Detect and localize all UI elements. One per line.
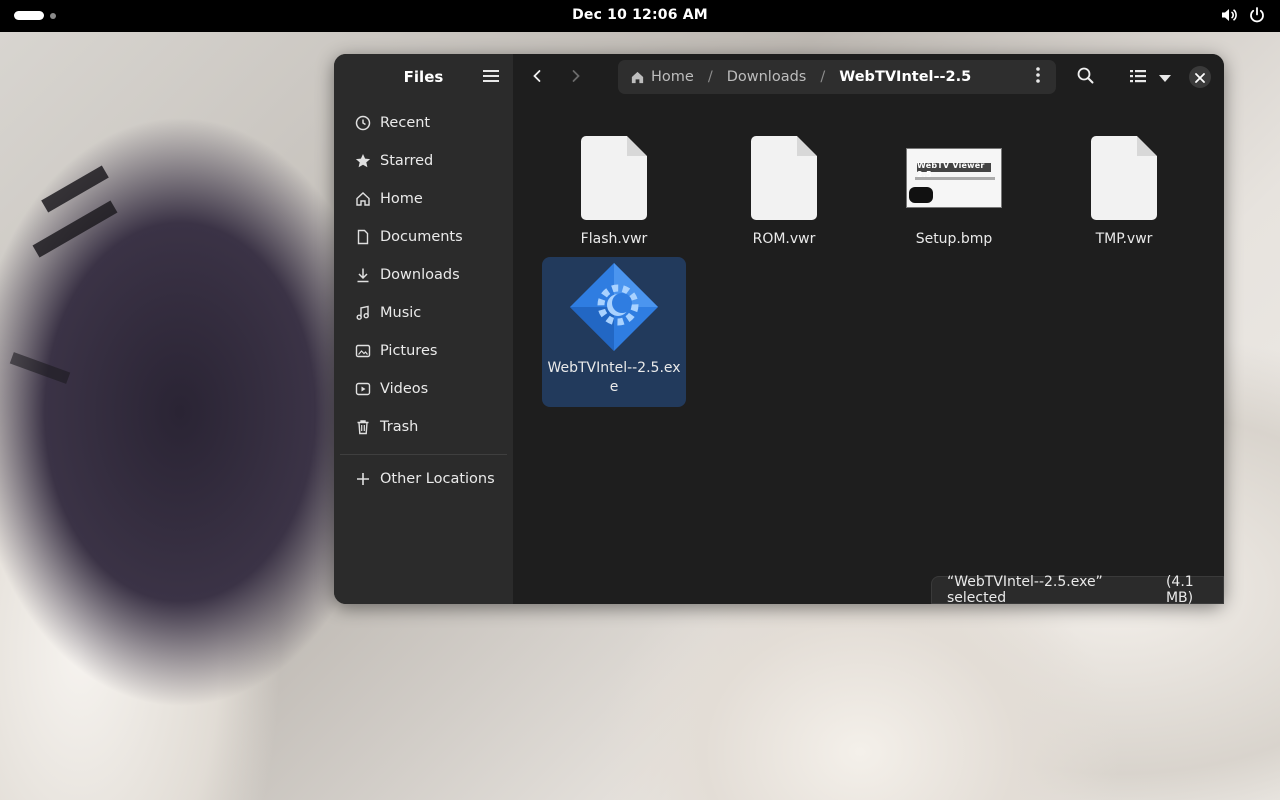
document-file-icon [581,136,647,220]
close-button[interactable] [1189,66,1211,88]
file-thumbnail [712,126,856,230]
trash-icon [354,418,372,436]
other-locations-section: Other Locations [340,460,507,498]
file-name: WebTVIntel--2.5.exe [547,360,681,395]
music-icon [354,304,372,322]
power-icon[interactable] [1248,6,1266,24]
sidebar-item-label: Downloads [380,267,460,283]
sidebar-item-home[interactable]: Home [340,180,507,218]
sidebar-item-label: Music [380,305,422,321]
search-icon [1077,67,1094,88]
sidebar-item-videos[interactable]: Videos [340,370,507,408]
breadcrumb-separator: / [707,69,713,85]
download-icon [354,266,372,284]
sidebar-item-starred[interactable]: Starred [340,142,507,180]
file-thumbnail: WebTV Viewer 2.5 [882,126,1026,230]
sidebar-item-label: Other Locations [380,471,495,487]
video-icon [354,380,372,398]
breadcrumb-label: WebTVIntel--2.5 [839,69,972,85]
file-name: Setup.bmp [915,231,993,247]
folder-menu-button[interactable] [1028,67,1048,87]
sidebar-header: Files [334,54,513,100]
view-options-dropdown[interactable] [1153,63,1177,91]
file-thumbnail [542,257,686,361]
file-item-flash[interactable]: Flash.vwr [542,126,686,276]
breadcrumb-downloads[interactable]: Downloads [727,69,807,85]
file-name: Flash.vwr [580,231,648,247]
picture-icon [354,342,372,360]
status-text: “WebTVIntel--2.5.exe” selected [947,574,1103,606]
sidebar-item-trash[interactable]: Trash [340,408,507,446]
chevron-down-icon [1159,68,1171,87]
top-bar: Dec 10 12:06 AM [0,0,1280,32]
sidebar-item-pictures[interactable]: Pictures [340,332,507,370]
sidebar-item-label: Trash [380,419,419,435]
sidebar-item-label: Videos [380,381,429,397]
breadcrumb-label: Home [651,69,694,85]
search-button[interactable] [1068,63,1102,91]
sidebar-item-documents[interactable]: Documents [340,218,507,256]
clock-icon [354,114,372,132]
file-item-rom[interactable]: ROM.vwr [712,126,856,276]
system-tray[interactable] [1220,6,1266,24]
close-icon [1195,68,1205,87]
hamburger-icon [483,68,499,87]
sidebar-item-label: Recent [380,115,431,131]
file-name: TMP.vwr [1095,231,1153,247]
clock[interactable]: Dec 10 12:06 AM [0,7,1280,23]
document-file-icon [751,136,817,220]
back-button[interactable] [522,63,552,91]
breadcrumb-home[interactable]: Home [630,69,694,85]
sidebar-item-other-locations[interactable]: Other Locations [340,460,507,498]
file-thumbnail [542,126,686,230]
preview-line [915,177,995,180]
file-item-webtvintel-exe[interactable]: WebTVIntel--2.5.exe [542,257,686,407]
main-menu-button[interactable] [481,67,501,87]
wallpaper-detail [9,352,71,384]
selection-status: “WebTVIntel--2.5.exe” selected (4.1 MB) [931,574,1224,606]
sidebar-item-label: Documents [380,229,463,245]
wallpaper-detail [41,165,109,213]
volume-icon[interactable] [1220,6,1238,24]
file-item-setup[interactable]: WebTV Viewer 2.5 Setup.bmp [882,126,1026,276]
breadcrumb-current-folder[interactable]: WebTVIntel--2.5 [839,69,971,85]
sidebar-item-label: Pictures [380,343,438,359]
sidebar-item-downloads[interactable]: Downloads [340,256,507,294]
sidebar-item-label: Home [380,191,423,207]
files-window: Files Recent Starred Home Documents Down… [334,54,1224,604]
sidebar-item-label: Starred [380,153,434,169]
file-item-tmp[interactable]: TMP.vwr [1052,126,1196,276]
main-pane: Home / Downloads / WebTVIntel--2.5 Flash… [513,54,1224,604]
document-file-icon [1091,136,1157,220]
executable-gear-icon [566,259,662,359]
preview-logo [909,187,933,203]
file-grid: Flash.vwr ROM.vwr WebTV Viewer 2.5 Setup… [513,100,1224,604]
sidebar-item-music[interactable]: Music [340,294,507,332]
status-size: (4.1 MB) [1165,574,1194,606]
home-icon [354,190,372,208]
path-bar: Home / Downloads / WebTVIntel--2.5 [618,60,1056,94]
header-bar: Home / Downloads / WebTVIntel--2.5 [513,54,1224,100]
breadcrumb-separator: / [820,69,826,85]
view-mode-button[interactable] [1125,63,1151,91]
breadcrumb-label: Downloads [726,69,807,85]
home-icon [630,70,645,85]
chevron-left-icon [530,68,544,87]
sidebar-item-recent[interactable]: Recent [340,104,507,142]
sidebar-divider [340,454,507,455]
sidebar: Files Recent Starred Home Documents Down… [334,54,513,604]
chevron-right-icon [569,68,583,87]
plus-icon [354,470,372,488]
file-name: ROM.vwr [752,231,816,247]
file-thumbnail [1052,126,1196,230]
forward-button[interactable] [561,63,591,91]
kebab-menu-icon [1036,67,1040,87]
list-view-icon [1130,68,1146,87]
star-icon [354,152,372,170]
document-icon [354,228,372,246]
places-list: Recent Starred Home Documents Downloads … [340,104,507,446]
image-preview: WebTV Viewer 2.5 [906,148,1002,208]
